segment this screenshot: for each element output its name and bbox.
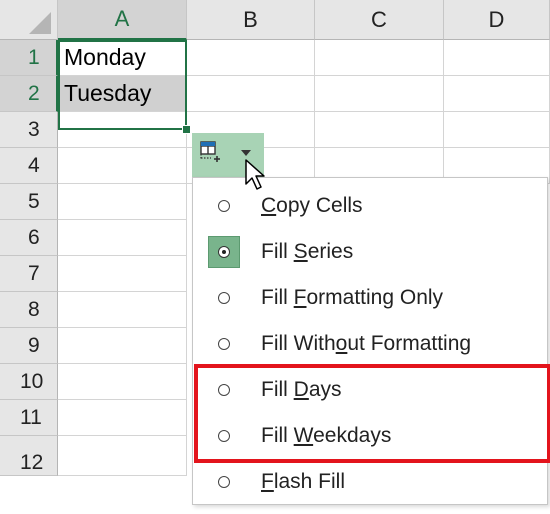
auto-fill-options-menu: Copy Cells Fill Series Fill Formatting O…	[192, 177, 548, 505]
row-header-10[interactable]: 10	[0, 364, 58, 400]
row-header-12[interactable]: 12	[0, 436, 58, 476]
cell-d1[interactable]	[444, 40, 550, 76]
menu-item-flash-fill[interactable]: Flash Fill	[193, 459, 547, 505]
chevron-down-icon	[241, 150, 251, 156]
radio-button-selected[interactable]	[208, 236, 240, 268]
menu-item-fill-series[interactable]: Fill Series	[193, 229, 547, 275]
row-header-8[interactable]: 8	[0, 292, 58, 328]
radio-button[interactable]	[208, 420, 240, 452]
column-header-b[interactable]: B	[187, 0, 315, 40]
radio-button[interactable]	[208, 374, 240, 406]
cell-a1[interactable]: Monday	[58, 40, 187, 76]
cell-a4[interactable]	[58, 148, 187, 184]
fill-handle[interactable]	[182, 125, 191, 134]
row-header-7[interactable]: 7	[0, 256, 58, 292]
auto-fill-icon	[200, 141, 220, 162]
menu-item-fill-formatting-only[interactable]: Fill Formatting Only	[193, 275, 547, 321]
menu-item-fill-without-formatting[interactable]: Fill Without Formatting	[193, 321, 547, 367]
row-header-1[interactable]: 1	[0, 40, 58, 76]
radio-button[interactable]	[208, 190, 240, 222]
row-header-4[interactable]: 4	[0, 148, 58, 184]
row-header-2[interactable]: 2	[0, 76, 58, 112]
row-header-11[interactable]: 11	[0, 400, 58, 436]
cell-a9[interactable]	[58, 328, 187, 364]
cell-a5[interactable]	[58, 184, 187, 220]
radio-button[interactable]	[208, 328, 240, 360]
radio-button[interactable]	[208, 466, 240, 498]
cell-a8[interactable]	[58, 292, 187, 328]
column-header-a[interactable]: A	[58, 0, 187, 40]
cell-b2[interactable]	[187, 76, 315, 112]
cell-c2[interactable]	[315, 76, 444, 112]
cell-d2[interactable]	[444, 76, 550, 112]
spreadsheet-grid: A B C D 1 2 3 4 5 6 7 8 9 10 11 12 Monda…	[0, 0, 550, 514]
cell-a6[interactable]	[58, 220, 187, 256]
mouse-cursor-icon	[245, 159, 265, 190]
radio-button[interactable]	[208, 282, 240, 314]
cell-a7[interactable]	[58, 256, 187, 292]
cell-a10[interactable]	[58, 364, 187, 400]
cell-c3[interactable]	[315, 112, 444, 148]
cell-b1[interactable]	[187, 40, 315, 76]
column-header-c[interactable]: C	[315, 0, 444, 40]
menu-item-fill-weekdays[interactable]: Fill Weekdays	[193, 413, 547, 459]
row-header-6[interactable]: 6	[0, 220, 58, 256]
cell-c1[interactable]	[315, 40, 444, 76]
cell-a11[interactable]	[58, 400, 187, 436]
row-header-9[interactable]: 9	[0, 328, 58, 364]
cell-a3[interactable]	[58, 112, 187, 148]
select-all-corner[interactable]	[0, 0, 58, 40]
row-header-5[interactable]: 5	[0, 184, 58, 220]
cell-a12[interactable]	[58, 436, 187, 476]
menu-item-fill-days[interactable]: Fill Days	[193, 367, 547, 413]
column-header-d[interactable]: D	[444, 0, 550, 40]
row-header-3[interactable]: 3	[0, 112, 58, 148]
cell-d3[interactable]	[444, 112, 550, 148]
cell-a2[interactable]: Tuesday	[58, 76, 187, 112]
